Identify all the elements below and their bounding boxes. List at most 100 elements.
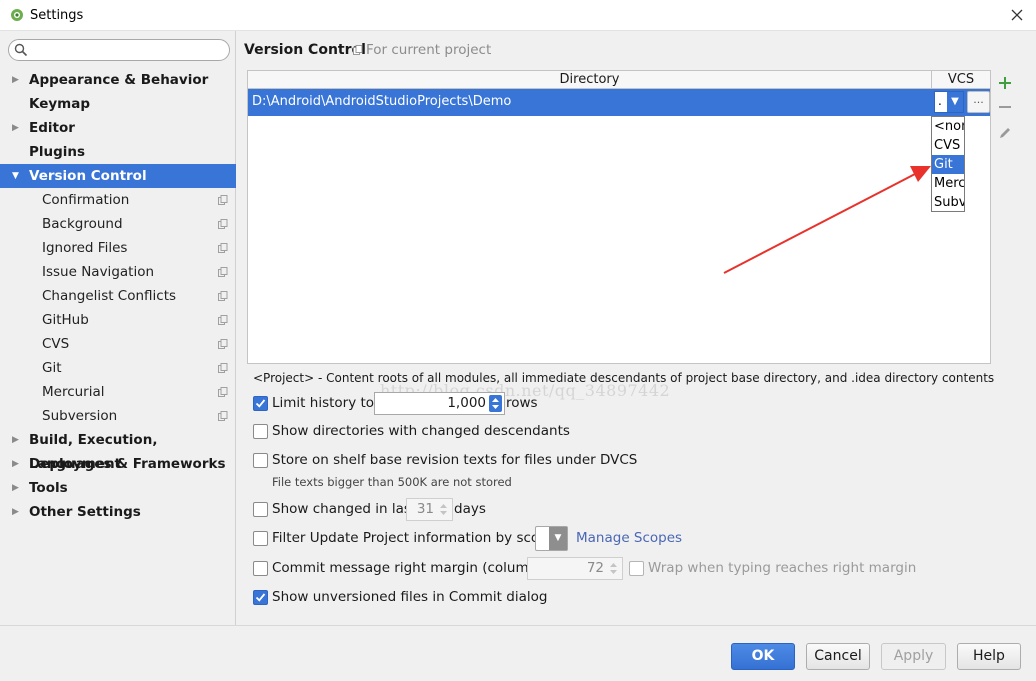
plus-icon[interactable] [996, 73, 1014, 93]
vcs-option[interactable]: Mercurial [932, 174, 964, 193]
pencil-icon[interactable] [996, 123, 1014, 143]
commit-margin-option: Commit message right margin (columns): 7… [253, 557, 916, 580]
filter-update-option: Filter Update Project information by sco… [253, 526, 693, 551]
stepper-arrows-icon[interactable] [607, 560, 620, 577]
sidebar-item-label: Version Control [29, 168, 147, 184]
show-dirs-checkbox[interactable] [253, 424, 268, 439]
column-header-vcs[interactable]: VCS [932, 71, 990, 89]
show-dirs-label[interactable]: Show directories with changed descendant… [272, 423, 570, 439]
show-unversioned-checkbox[interactable] [253, 590, 268, 605]
wrap-label[interactable]: Wrap when typing reaches right margin [648, 560, 916, 576]
limit-history-checkbox[interactable] [253, 396, 268, 411]
vcs-select[interactable]: . ▼ [934, 91, 964, 113]
project-scope-icon [218, 411, 228, 421]
show-changed-suffix: days [454, 501, 486, 517]
store-shelf-label[interactable]: Store on shelf base revision texts for f… [272, 452, 637, 468]
show-changed-value: 31 [416, 501, 434, 517]
sidebar-item[interactable]: Background [0, 212, 236, 236]
chevron-right-icon[interactable]: ▶ [12, 68, 19, 92]
sidebar-item-label: Languages & Frameworks [29, 456, 226, 472]
commit-margin-label[interactable]: Commit message right margin (columns): [272, 560, 554, 576]
manage-scopes-link[interactable]: Manage Scopes [576, 530, 682, 546]
chevron-right-icon[interactable]: ▶ [12, 452, 19, 476]
android-studio-icon [11, 9, 23, 21]
checkmark-icon [255, 399, 266, 408]
stepper-arrows-icon[interactable] [489, 395, 502, 412]
show-changed-stepper[interactable]: 31 [406, 498, 453, 521]
browse-button[interactable]: ... [967, 91, 990, 113]
sidebar-item[interactable]: CVS [0, 332, 236, 356]
sidebar-item[interactable]: Subversion [0, 404, 236, 428]
store-shelf-option: Store on shelf base revision texts for f… [253, 451, 637, 471]
project-scope-icon [218, 267, 228, 277]
sidebar-item[interactable]: ▶ Editor [0, 116, 236, 140]
show-changed-label[interactable]: Show changed in last [272, 501, 416, 517]
scope-select[interactable]: ▼ [535, 526, 568, 551]
sidebar-item[interactable]: Confirmation [0, 188, 236, 212]
sidebar-item[interactable]: Changelist Conflicts [0, 284, 236, 308]
table-row[interactable]: D:\Android\AndroidStudioProjects\Demo . … [248, 89, 990, 116]
ok-button[interactable]: OK [731, 643, 795, 670]
sidebar-item[interactable]: Git [0, 356, 236, 380]
project-scope-icon [353, 45, 363, 55]
window-title: Settings [30, 8, 84, 23]
sidebar-item-label: Ignored Files [42, 240, 128, 256]
settings-sidebar: ▶ Appearance & Behavior Keymap ▶ Editor Plugi… [0, 31, 236, 625]
sidebar-item[interactable]: Keymap [0, 92, 236, 116]
sidebar-item[interactable]: ▶ Appearance & Behavior [0, 68, 236, 92]
stepper-arrows-icon[interactable] [437, 501, 450, 518]
store-shelf-checkbox[interactable] [253, 453, 268, 468]
apply-button[interactable]: Apply [881, 643, 946, 670]
filter-update-checkbox[interactable] [253, 531, 268, 546]
show-changed-checkbox[interactable] [253, 502, 268, 517]
search-icon [14, 43, 28, 57]
project-scope-icon [218, 291, 228, 301]
limit-history-label: Limit history to: [272, 395, 379, 411]
vcs-option[interactable]: Git [932, 155, 964, 174]
chevron-down-icon[interactable]: ▼ [947, 92, 963, 112]
help-button[interactable]: Help [957, 643, 1021, 670]
vcs-dropdown-list[interactable]: <none>CVSGitMercurialSubversion [931, 116, 965, 212]
sidebar-item[interactable]: GitHub [0, 308, 236, 332]
sidebar-item[interactable]: ▶ Build, Execution, Deployment [0, 428, 236, 472]
commit-margin-value: 72 [586, 560, 604, 576]
vcs-option[interactable]: CVS [932, 136, 964, 155]
sidebar-item[interactable]: Plugins [0, 140, 236, 164]
vcs-option[interactable]: Subversion [932, 193, 964, 211]
chevron-down-icon[interactable]: ▼ [12, 164, 19, 188]
limit-history-value: 1,000 [447, 395, 486, 411]
filter-update-label[interactable]: Filter Update Project information by sco… [272, 530, 556, 546]
project-scope-icon [218, 195, 228, 205]
chevron-down-icon[interactable]: ▼ [549, 527, 567, 550]
column-header-directory[interactable]: Directory [248, 71, 932, 89]
sidebar-item[interactable]: Ignored Files [0, 236, 236, 260]
search-input[interactable] [8, 39, 230, 61]
show-unversioned-label[interactable]: Show unversioned files in Commit dialog [272, 589, 547, 605]
minus-icon[interactable] [996, 97, 1014, 117]
limit-history-stepper[interactable]: 1,000 [374, 392, 505, 415]
sidebar-item-label: Other Settings [29, 504, 141, 520]
directory-cell[interactable]: D:\Android\AndroidStudioProjects\Demo [252, 94, 511, 109]
close-icon[interactable] [1006, 4, 1028, 26]
sidebar-item[interactable]: ▶ Tools [0, 476, 236, 500]
sidebar-item[interactable]: ▼ Version Control [0, 164, 236, 188]
wrap-checkbox[interactable] [629, 561, 644, 576]
vcs-option[interactable]: <none> [932, 117, 964, 136]
cancel-button[interactable]: Cancel [806, 643, 870, 670]
chevron-right-icon[interactable]: ▶ [12, 500, 19, 524]
sidebar-item[interactable]: Issue Navigation [0, 260, 236, 284]
sidebar-item[interactable]: ▶ Other Settings [0, 500, 236, 524]
commit-margin-stepper[interactable]: 72 [527, 557, 623, 580]
sidebar-item[interactable]: Mercurial [0, 380, 236, 404]
vcs-mappings-table[interactable]: Directory VCS D:\Android\AndroidStudioPr… [247, 70, 991, 400]
chevron-right-icon[interactable]: ▶ [12, 476, 19, 500]
chevron-right-icon[interactable]: ▶ [12, 428, 19, 452]
version-control-panel: Version Control For current project Dire… [237, 31, 1036, 625]
sidebar-item[interactable]: ▶ Languages & Frameworks [0, 452, 236, 476]
dialog-footer: OK Cancel Apply Help [0, 625, 1036, 681]
commit-margin-checkbox[interactable] [253, 561, 268, 576]
page-subtitle-text: For current project [366, 42, 492, 58]
limit-history-suffix: rows [506, 395, 538, 411]
chevron-right-icon[interactable]: ▶ [12, 116, 19, 140]
sidebar-item-label: Tools [29, 480, 68, 496]
